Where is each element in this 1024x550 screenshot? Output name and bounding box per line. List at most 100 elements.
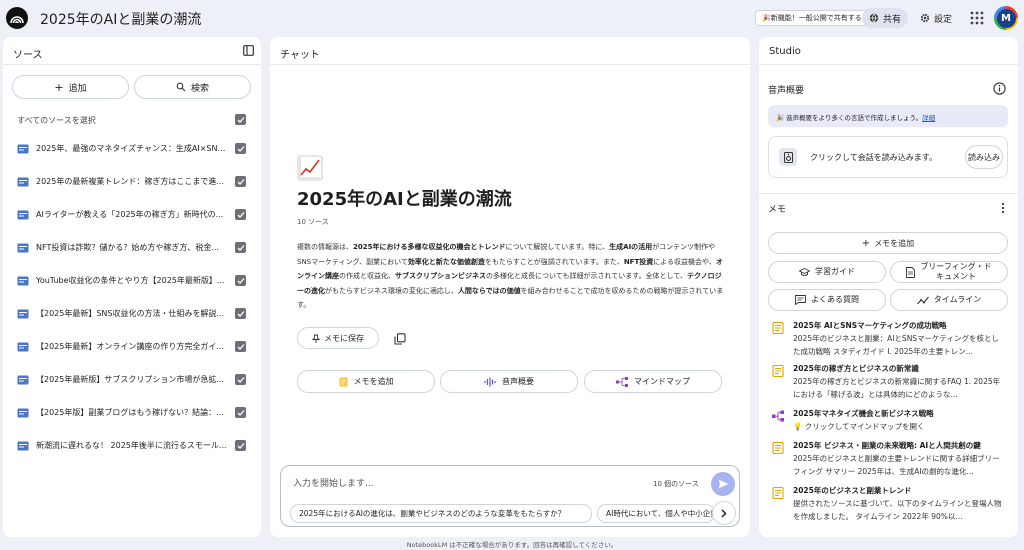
chart-emoji-icon bbox=[297, 155, 323, 187]
web-source-icon bbox=[17, 276, 29, 286]
note-icon bbox=[772, 487, 784, 499]
source-checkbox[interactable] bbox=[235, 308, 246, 319]
info-icon[interactable] bbox=[993, 82, 1006, 95]
source-item-label: YouTube収益化の条件とやり方【2025年最新版】... bbox=[36, 276, 225, 285]
source-item[interactable]: 【2025年最新版】サブスクリプション市場が急拡... bbox=[3, 369, 261, 391]
source-checkbox[interactable] bbox=[235, 374, 246, 385]
collapse-panel-icon[interactable] bbox=[243, 45, 254, 56]
scroll-suggestions-button[interactable] bbox=[712, 501, 736, 525]
note-icon bbox=[772, 442, 784, 454]
settings-label: 設定 bbox=[933, 14, 952, 25]
summary-text: がもたらすビジネス環境の変化に適応し、 bbox=[325, 286, 458, 295]
web-source-icon bbox=[17, 177, 29, 187]
briefing-doc-button[interactable]: ブリーフィング・ド キュメント bbox=[890, 261, 1008, 283]
summary-text: について解説しています。特に、 bbox=[505, 243, 610, 251]
notebook-title[interactable]: 2025年のAIと副業の潮流 bbox=[40, 9, 201, 29]
settings-button[interactable]: 設定 bbox=[914, 8, 958, 28]
note-icon bbox=[772, 365, 784, 377]
web-source-icon bbox=[17, 342, 29, 352]
add-memo-action-button[interactable]: メモを追加 bbox=[297, 370, 435, 393]
check-icon bbox=[237, 178, 244, 185]
save-to-memo-button[interactable]: メモに保存 bbox=[297, 327, 379, 349]
studio-title: Studio bbox=[769, 46, 801, 57]
source-checkbox[interactable] bbox=[235, 242, 246, 253]
source-item[interactable]: 新潮流に遅れるな！ 2025年後半に流行るスモール... bbox=[3, 435, 261, 457]
sources-panel: ソース + 追加 検索 すべてのソースを選択 2025年、最強のマネタイズチャン… bbox=[3, 37, 261, 537]
globe-icon bbox=[869, 13, 879, 23]
faq-button[interactable]: よくある質問 bbox=[768, 289, 886, 311]
suggestion-chip[interactable]: 2025年におけるAIの進化は、副業やビジネスのどのような変革をもたらすか？ bbox=[290, 504, 592, 523]
chat-title: チャット bbox=[280, 50, 320, 61]
check-icon bbox=[237, 244, 244, 251]
source-item[interactable]: 2025年の最新複業トレンド：稼ぎ方はここまで進... bbox=[3, 171, 261, 193]
source-item-label: 2025年、最強のマネタイズチャンス：生成AI×SNS... bbox=[36, 144, 228, 153]
speaker-icon bbox=[779, 148, 797, 166]
timeline-label: タイムライン bbox=[933, 295, 982, 304]
source-checkbox[interactable] bbox=[235, 209, 246, 220]
chevron-right-icon bbox=[721, 508, 727, 518]
mindmap-button[interactable]: マインドマップ bbox=[584, 370, 722, 393]
add-memo-button[interactable]: + メモを追加 bbox=[768, 232, 1008, 254]
chat-panel: チャット 2025年のAIと副業の潮流 10 ソース 複数の情報源は、2025年… bbox=[270, 37, 750, 537]
source-item[interactable]: 【2025年最新】オンライン講座の作り方完全ガイ... bbox=[3, 336, 261, 358]
web-source-icon bbox=[17, 309, 29, 319]
suggestion-chip[interactable]: AI時代において、個人や中小企業 bbox=[597, 504, 715, 523]
source-item-label: 新潮流に遅れるな！ 2025年後半に流行るスモール... bbox=[36, 441, 227, 450]
study-guide-button[interactable]: 学習ガイド bbox=[768, 261, 886, 283]
summary-bold: NFT投資 bbox=[623, 257, 654, 266]
check-icon bbox=[237, 145, 244, 152]
source-item[interactable]: YouTube収益化の条件とやり方【2025年最新版】... bbox=[3, 270, 261, 292]
search-source-button[interactable]: 検索 bbox=[134, 75, 251, 99]
check-icon bbox=[237, 310, 244, 317]
send-button[interactable] bbox=[711, 472, 735, 496]
notebooklm-logo-icon[interactable] bbox=[6, 7, 28, 29]
share-button[interactable]: 共有 bbox=[862, 8, 908, 28]
source-checkbox[interactable] bbox=[235, 176, 246, 187]
search-sparkle-icon bbox=[176, 82, 186, 92]
document-icon bbox=[906, 266, 916, 278]
more-vert-icon[interactable] bbox=[1000, 202, 1006, 214]
sources-title: ソース bbox=[13, 50, 43, 61]
source-item[interactable]: NFT投資は詐欺？儲かる？始め方や稼ぎ方、税金... bbox=[3, 237, 261, 259]
timeline-button[interactable]: タイムライン bbox=[890, 289, 1008, 311]
source-item[interactable]: 2025年、最強のマネタイズチャンス：生成AI×SNS... bbox=[3, 138, 261, 160]
summary-bold: 生成AIの活用 bbox=[609, 243, 653, 251]
promo-badge[interactable]: 🎉新機能！一般公開で共有する bbox=[755, 10, 869, 26]
add-source-button[interactable]: + 追加 bbox=[12, 75, 129, 99]
load-conversation-text: クリックして会話を読み込みます。 bbox=[810, 153, 937, 162]
audio-overview-button[interactable]: 音声概要 bbox=[440, 370, 578, 393]
source-item[interactable]: 【2025年版】副業ブログはもう稼げない？結論：... bbox=[3, 402, 261, 424]
source-checkbox[interactable] bbox=[235, 341, 246, 352]
share-label: 共有 bbox=[882, 14, 901, 25]
chat-input[interactable] bbox=[293, 476, 633, 492]
source-checkbox[interactable] bbox=[235, 143, 246, 154]
copy-icon[interactable] bbox=[394, 333, 406, 345]
source-checkbox[interactable] bbox=[235, 407, 246, 418]
banner-details-link[interactable]: 詳細 bbox=[922, 114, 935, 122]
studio-header: Studio bbox=[759, 37, 1018, 65]
sources-header: ソース bbox=[3, 37, 261, 65]
note-icon bbox=[772, 322, 784, 334]
chat-bubble-icon bbox=[795, 295, 806, 305]
avatar[interactable]: M bbox=[994, 6, 1018, 30]
load-button[interactable]: 読み込み bbox=[965, 145, 1003, 169]
source-item[interactable]: 【2025年最新】SNS収益化の方法・仕組みを解説... bbox=[3, 303, 261, 325]
top-bar: 2025年のAIと副業の潮流 🎉新機能！一般公開で共有する 共有 設定 M bbox=[0, 0, 1024, 36]
source-checkbox[interactable] bbox=[235, 440, 246, 451]
web-source-icon bbox=[17, 375, 29, 385]
select-all-checkbox[interactable] bbox=[235, 114, 246, 125]
banner-text: 🎉 音声概要をより多くの言語で作成しましょう。 bbox=[776, 114, 923, 122]
source-checkbox[interactable] bbox=[235, 275, 246, 286]
notebook-summary: 複数の情報源は、2025年における多様な収益化の機会とトレンドについて解説してい… bbox=[297, 240, 725, 313]
study-guide-label: 学習ガイド bbox=[815, 267, 855, 276]
summary-text: の作成と収益化、 bbox=[339, 272, 395, 281]
add-memo-action-label: メモを追加 bbox=[353, 377, 394, 386]
check-icon bbox=[237, 442, 244, 449]
source-item[interactable]: AIライターが教える「2025年の稼ぎ方」新時代の... bbox=[3, 204, 261, 226]
summary-text: による収益機会や、 bbox=[653, 257, 716, 266]
save-to-memo-label: メモに保存 bbox=[324, 333, 364, 343]
memo-note-body: 2025年のビジネスと副業：AIとSNSマーケティングを核とした成功戦略 スタデ… bbox=[793, 334, 999, 356]
apps-grid-icon[interactable] bbox=[970, 11, 984, 25]
summary-text: 複数の情報源は、 bbox=[297, 243, 353, 251]
add-source-label: 追加 bbox=[68, 83, 87, 94]
